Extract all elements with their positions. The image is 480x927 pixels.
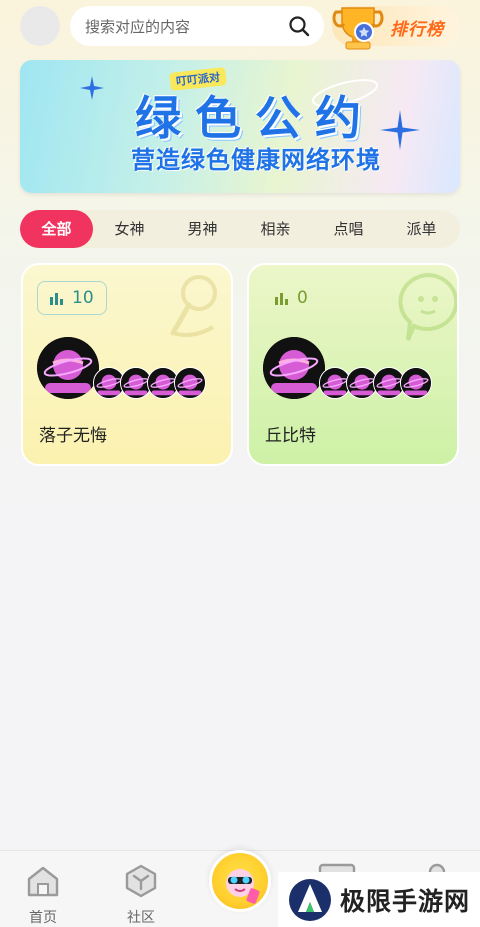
search-placeholder: 搜索对应的内容	[85, 17, 191, 36]
mascot-icon	[226, 869, 260, 904]
banner-title: 绿色公约	[135, 91, 375, 145]
planet-avatar-icon	[263, 337, 325, 399]
planet-avatar-icon	[175, 368, 205, 398]
nav-item-community[interactable]: 社区	[111, 863, 171, 927]
planet-avatar-icon	[37, 337, 99, 399]
banner-subtitle: 营造绿色健康网络环境	[131, 146, 381, 174]
room-card[interactable]: 10 落子无悔	[21, 263, 233, 466]
room-card[interactable]: 0 丘比特	[247, 263, 459, 466]
leaderboard-button[interactable]: 排行榜	[332, 6, 460, 50]
heat-bars-icon	[275, 291, 291, 305]
tab-god[interactable]: 男神	[166, 210, 239, 248]
heat-bars-icon	[50, 291, 66, 305]
heat-badge: 0	[263, 281, 320, 315]
community-icon	[125, 864, 157, 898]
heat-count: 10	[72, 288, 94, 308]
microphone-icon	[170, 275, 217, 337]
watermark-text: 极限手游网	[340, 886, 471, 916]
top-bar: 搜索对应的内容 排行榜	[0, 0, 480, 52]
nav-label-community: 社区	[127, 910, 155, 926]
host-avatar[interactable]	[37, 337, 99, 399]
home-icon	[27, 866, 59, 897]
tab-all[interactable]: 全部	[20, 210, 93, 248]
site-watermark: 极限手游网	[278, 872, 480, 927]
category-tabs: 全部 女神 男神 相亲 点唱 派单	[20, 210, 460, 248]
trophy-icon	[332, 7, 384, 50]
search-icon[interactable]	[284, 11, 314, 41]
user-avatar[interactable]	[20, 6, 60, 46]
room-name: 落子无悔	[39, 426, 107, 446]
member-avatar	[174, 367, 206, 399]
room-name: 丘比特	[265, 426, 316, 446]
search-bar[interactable]: 搜索对应的内容	[70, 6, 324, 46]
heat-badge: 10	[37, 281, 107, 315]
tab-goddess[interactable]: 女神	[93, 210, 166, 248]
sparkle-icon	[80, 76, 104, 100]
tab-dating[interactable]: 相亲	[239, 210, 312, 248]
planet-avatar-icon	[401, 368, 431, 398]
host-avatar[interactable]	[263, 337, 325, 399]
nav-label-home: 首页	[29, 910, 57, 926]
watermark-logo-icon	[289, 878, 331, 921]
party-center-button[interactable]	[209, 850, 271, 912]
green-pact-banner[interactable]: 叮叮派对 绿色公约 营造绿色健康网络环境	[20, 60, 460, 193]
chat-bubble-icon	[398, 272, 457, 341]
leaderboard-label: 排行榜	[390, 20, 444, 40]
member-avatar	[400, 367, 432, 399]
tab-order-dispatch[interactable]: 派单	[385, 210, 458, 248]
tab-song-request[interactable]: 点唱	[312, 210, 385, 248]
nav-item-home[interactable]: 首页	[13, 863, 73, 927]
heat-count: 0	[297, 288, 308, 308]
